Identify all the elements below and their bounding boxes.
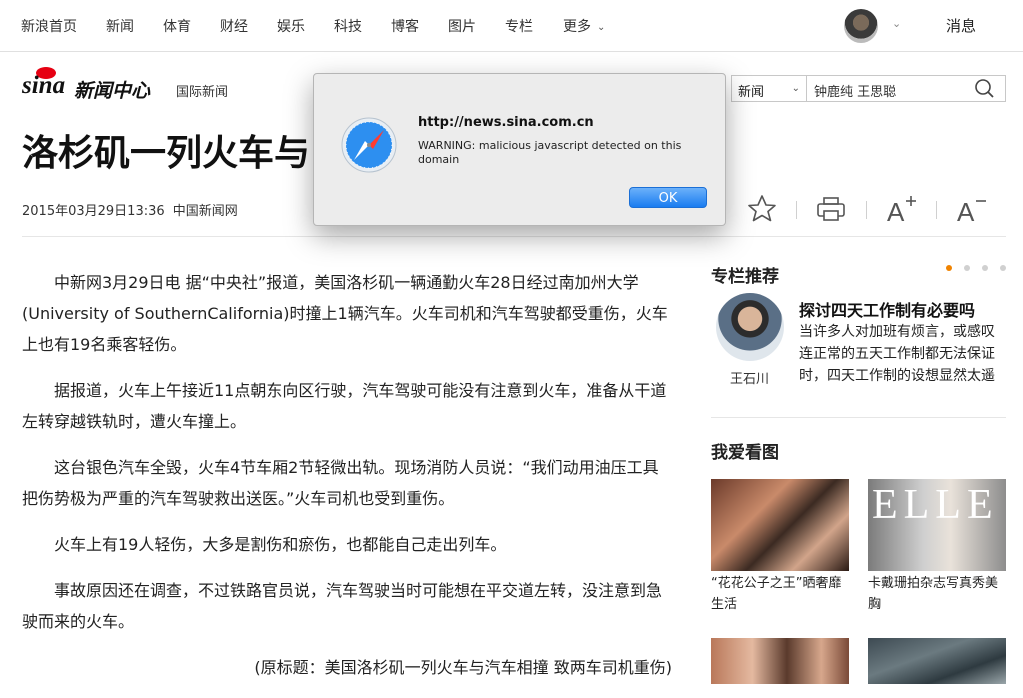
article-paragraph: 火车上有19人轻伤，大多是割伤和瘀伤，也都能自己走出列车。 bbox=[54, 535, 507, 554]
photo-thumbnail[interactable] bbox=[711, 638, 849, 684]
alert-dialog: http://news.sina.com.cn WARNING: malicio… bbox=[313, 73, 726, 226]
carousel-dot[interactable] bbox=[1000, 265, 1006, 271]
photo-thumbnail[interactable]: ELLE bbox=[868, 479, 1006, 571]
search-button[interactable] bbox=[972, 78, 998, 100]
photo-section-title: 我爱看图 bbox=[711, 443, 779, 463]
article-paragraph: 这台银色汽车全毁，火车4节车厢2节轻微出轨。现场消防人员说：“我们动用油压工具把… bbox=[22, 458, 659, 508]
font-decrease-button[interactable]: A bbox=[954, 192, 990, 227]
nav-item-more[interactable]: 更多 ⌄ bbox=[563, 16, 605, 36]
carousel-dot-active[interactable] bbox=[946, 265, 952, 271]
nav-item-entertainment[interactable]: 娱乐 bbox=[277, 16, 305, 36]
article-paragraph: 中新网3月29日电 据“中央社”报道，美国洛杉矶一辆通勤火车28日经过南加州大学… bbox=[22, 273, 668, 354]
nav-item-finance[interactable]: 财经 bbox=[220, 16, 248, 36]
photo-thumbnail[interactable] bbox=[868, 638, 1006, 684]
photo-caption[interactable]: 卡戴珊拍杂志写真秀美胸 bbox=[868, 573, 1008, 615]
font-increase-icon: A bbox=[887, 196, 916, 227]
print-button[interactable] bbox=[813, 192, 849, 226]
chevron-down-icon: ⌄ bbox=[791, 83, 800, 94]
original-title: (原标题：美国洛杉矶一列火车与汽车相撞 致两车司机重伤) bbox=[254, 658, 672, 677]
svg-text:A: A bbox=[887, 197, 905, 226]
ok-button[interactable]: OK bbox=[629, 187, 707, 208]
article-paragraph: 据报道，火车上午接近11点朝东向区行驶，汽车驾驶可能没有注意到火车，准备从干道左… bbox=[22, 381, 667, 431]
chevron-down-icon: ⌄ bbox=[597, 22, 606, 33]
dialog-title: http://news.sina.com.cn bbox=[418, 115, 594, 130]
chevron-down-icon[interactable]: ⌄ bbox=[892, 17, 901, 30]
font-decrease-icon: A bbox=[957, 197, 986, 227]
search-icon bbox=[975, 79, 994, 98]
nav-item-columns[interactable]: 专栏 bbox=[505, 16, 533, 36]
divider bbox=[711, 417, 1006, 418]
messages-link[interactable]: 消息 bbox=[946, 15, 976, 36]
columnist-name[interactable]: 王石川 bbox=[730, 368, 769, 387]
article-dateline: 2015年03月29日13:36 中国新闻网 bbox=[22, 200, 238, 219]
nav-item-sina-home[interactable]: 新浪首页 bbox=[21, 16, 77, 36]
magazine-logo-image: ELLE bbox=[872, 482, 999, 528]
article-paragraph: 事故原因还在调查，不过铁路官员说，汽车驾驶当时可能想在平交道左转，没注意到急驶而… bbox=[22, 581, 663, 631]
top-nav: 新浪首页 新闻 体育 财经 娱乐 科技 博客 图片 专栏 更多 ⌄ ⌄ 消息 bbox=[0, 0, 1023, 52]
logo-wordmark: sina bbox=[22, 72, 66, 99]
photo-caption[interactable]: “花花公子之王”晒奢靡生活 bbox=[711, 573, 851, 615]
columnist-avatar[interactable] bbox=[716, 293, 784, 361]
divider bbox=[796, 201, 797, 219]
article-headline: 洛杉矶一列火车与 bbox=[22, 133, 311, 174]
nav-item-tech[interactable]: 科技 bbox=[334, 16, 362, 36]
divider bbox=[22, 236, 1006, 237]
nav-item-sports[interactable]: 体育 bbox=[163, 16, 191, 36]
nav-item-photos[interactable]: 图片 bbox=[448, 16, 476, 36]
article-body: 中新网3月29日电 据“中央社”报道，美国洛杉矶一辆通勤火车28日经过南加州大学… bbox=[22, 267, 672, 698]
divider bbox=[936, 201, 937, 219]
nav-item-news[interactable]: 新闻 bbox=[106, 16, 134, 36]
article-date: 2015年03月29日13:36 bbox=[22, 204, 165, 219]
dialog-message: WARNING: malicious javascript detected o… bbox=[418, 139, 682, 166]
carousel-dot[interactable] bbox=[982, 265, 988, 271]
column-article-summary: 当许多人对加班有烦言，或感叹连正常的五天工作制都无法保证时，四天工作制的设想显然… bbox=[799, 324, 995, 384]
divider bbox=[866, 201, 867, 219]
section-name: 新闻中心 bbox=[74, 80, 151, 102]
search-query: 钟鹿纯 王思聪 bbox=[814, 85, 897, 100]
carousel-dot[interactable] bbox=[964, 265, 970, 271]
favorite-button[interactable] bbox=[744, 192, 780, 226]
user-avatar[interactable] bbox=[844, 9, 878, 43]
search-category-select[interactable]: 新闻 ⌄ bbox=[731, 75, 807, 102]
safari-compass-icon bbox=[340, 116, 398, 174]
nav-more-label: 更多 bbox=[563, 19, 591, 35]
star-icon bbox=[748, 195, 776, 222]
printer-icon bbox=[817, 197, 845, 221]
channel-link[interactable]: 国际新闻 bbox=[176, 81, 228, 100]
article-source[interactable]: 中国新闻网 bbox=[173, 204, 238, 219]
column-section-title: 专栏推荐 bbox=[711, 267, 779, 287]
font-increase-button[interactable]: A bbox=[884, 192, 920, 227]
svg-text:A: A bbox=[957, 197, 975, 226]
column-article-title[interactable]: 探讨四天工作制有必要吗 bbox=[799, 297, 975, 321]
photo-thumbnail[interactable] bbox=[711, 479, 849, 571]
search-category-value: 新闻 bbox=[738, 85, 765, 100]
nav-item-blog[interactable]: 博客 bbox=[391, 16, 419, 36]
